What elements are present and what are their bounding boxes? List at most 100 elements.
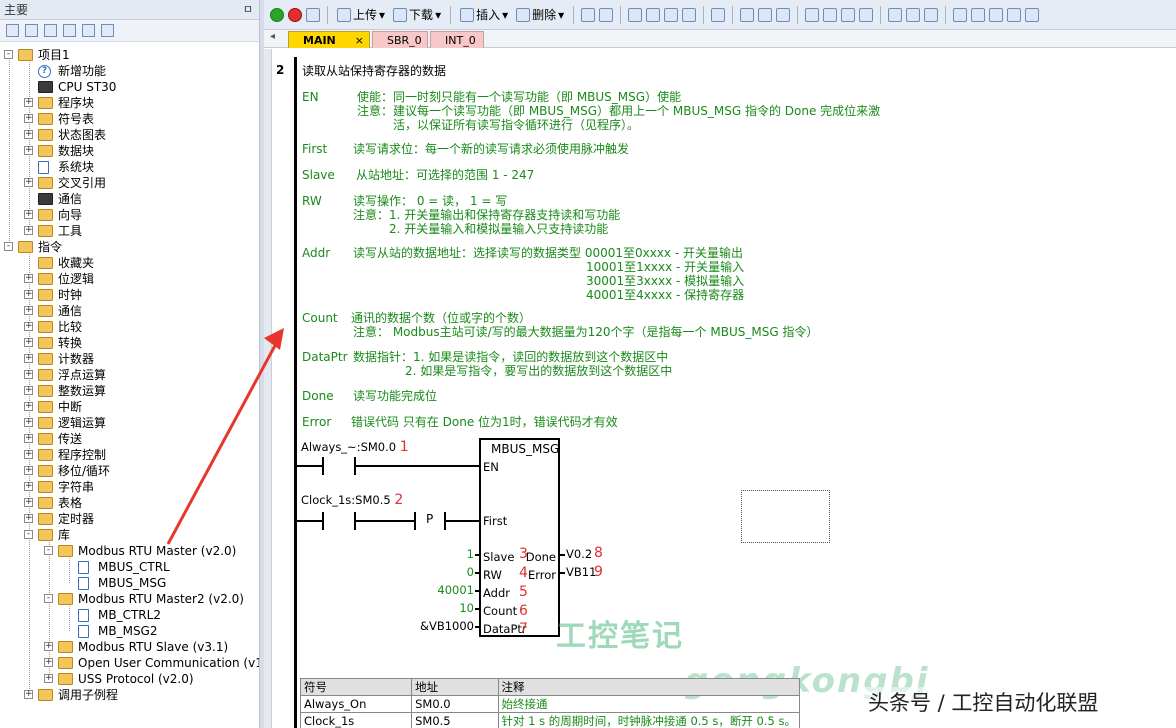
expand-icon[interactable]: + bbox=[24, 498, 33, 507]
tree-item[interactable]: MBUS_MSG bbox=[0, 575, 258, 591]
expand-icon[interactable]: + bbox=[24, 386, 33, 395]
expand-icon[interactable]: + bbox=[24, 274, 33, 283]
network-icon[interactable] bbox=[581, 7, 596, 22]
tree-item[interactable]: + 向导 bbox=[0, 207, 258, 223]
table-icon[interactable] bbox=[25, 24, 38, 37]
stop-icon[interactable] bbox=[288, 7, 302, 22]
bookmark-icon[interactable] bbox=[1007, 7, 1022, 22]
tree-item[interactable]: MB_MSG2 bbox=[0, 623, 258, 639]
tree-item[interactable]: + 中断 bbox=[0, 399, 258, 415]
line-right-icon[interactable] bbox=[859, 7, 874, 22]
collapse-icon[interactable]: - bbox=[44, 546, 53, 555]
expand-icon[interactable]: + bbox=[44, 642, 53, 651]
tree-item[interactable]: + 字符串 bbox=[0, 479, 258, 495]
param-count[interactable]: 10 bbox=[414, 601, 480, 617]
tree-item[interactable]: + 交叉引用 bbox=[0, 175, 258, 191]
delete-button[interactable]: 删除 ▾ bbox=[514, 4, 566, 26]
close-icon[interactable]: × bbox=[355, 32, 364, 49]
tree-item[interactable]: MBUS_CTRL bbox=[0, 559, 258, 575]
tree-item[interactable]: + 通信 bbox=[0, 303, 258, 319]
expand-icon[interactable]: + bbox=[24, 210, 33, 219]
collapse-icon[interactable]: - bbox=[4, 50, 13, 59]
insert-button[interactable]: 插入 ▾ bbox=[458, 4, 510, 26]
tree-item[interactable]: + Modbus RTU Slave (v3.1) bbox=[0, 639, 258, 655]
tree-item[interactable]: + Open User Communication (v1.0) bbox=[0, 655, 259, 671]
expand-icon[interactable]: + bbox=[24, 226, 33, 235]
tab-sbr0[interactable]: SBR_0 bbox=[372, 31, 428, 48]
close-window-icon[interactable] bbox=[682, 7, 697, 22]
expand-icon[interactable]: + bbox=[24, 690, 33, 699]
collapse-icon[interactable]: - bbox=[24, 530, 33, 539]
view-icon[interactable] bbox=[6, 24, 19, 37]
more-icon[interactable] bbox=[1025, 7, 1040, 22]
expand-icon[interactable]: + bbox=[24, 418, 33, 427]
expand-icon[interactable]: + bbox=[24, 450, 33, 459]
table-row[interactable]: Always_On SM0.0 始终接通 bbox=[299, 695, 801, 713]
expand-icon[interactable]: + bbox=[24, 354, 33, 363]
tree-item[interactable]: - 指令 bbox=[0, 239, 258, 255]
tree-item[interactable]: - 项目1 bbox=[0, 47, 258, 63]
download-button[interactable]: 下载 ▾ bbox=[391, 4, 443, 26]
tree-item[interactable]: + 调用子例程 bbox=[0, 687, 258, 703]
contact2-left[interactable] bbox=[322, 512, 324, 530]
tree-item[interactable]: + 程序块 bbox=[0, 95, 258, 111]
monitor-icon[interactable] bbox=[646, 7, 661, 22]
list-icon[interactable] bbox=[63, 24, 76, 37]
contact-icon[interactable] bbox=[888, 7, 903, 22]
expand-icon[interactable]: + bbox=[24, 130, 33, 139]
expand-icon[interactable]: + bbox=[24, 178, 33, 187]
symbol-table-icon[interactable] bbox=[971, 7, 986, 22]
go-icon[interactable] bbox=[711, 7, 726, 22]
expand-icon[interactable]: + bbox=[24, 146, 33, 155]
expand-icon[interactable]: + bbox=[24, 98, 33, 107]
upload-button[interactable]: 上传 ▾ bbox=[335, 4, 387, 26]
expand-icon[interactable]: + bbox=[24, 114, 33, 123]
branch-icon[interactable] bbox=[805, 7, 820, 22]
tree-item[interactable]: 收藏夹 bbox=[0, 255, 258, 271]
collapse-icon[interactable]: - bbox=[44, 594, 53, 603]
tree-item[interactable]: + 定时器 bbox=[0, 511, 258, 527]
expand-icon[interactable]: + bbox=[44, 674, 53, 683]
comment-icon[interactable] bbox=[953, 7, 968, 22]
tab-scroll-left[interactable]: ◂ bbox=[270, 31, 275, 42]
tree-item[interactable]: + 计数器 bbox=[0, 351, 258, 367]
network-title[interactable]: 读取从站保持寄存器的数据 bbox=[302, 64, 446, 79]
expand-icon[interactable]: + bbox=[24, 466, 33, 475]
expand-icon[interactable]: + bbox=[24, 482, 33, 491]
pause-icon[interactable] bbox=[664, 7, 679, 22]
tree-item[interactable]: MB_CTRL2 bbox=[0, 607, 258, 623]
expand-icon[interactable]: + bbox=[24, 402, 33, 411]
expand-icon[interactable]: + bbox=[24, 514, 33, 523]
tree-item[interactable]: + 传送 bbox=[0, 431, 258, 447]
collapse-icon[interactable]: - bbox=[4, 242, 13, 251]
expand-icon[interactable]: + bbox=[24, 338, 33, 347]
ladder-editor[interactable]: 2 读取从站保持寄存器的数据 EN 使能：同一时刻只能有一个读写功能（即 MBUS… bbox=[264, 49, 1176, 728]
tree-item[interactable]: + 逻辑运算 bbox=[0, 415, 258, 431]
unlock-icon[interactable] bbox=[758, 7, 773, 22]
tree-item[interactable]: + 比较 bbox=[0, 319, 258, 335]
run-icon[interactable] bbox=[270, 7, 284, 22]
line-up-icon[interactable] bbox=[841, 7, 856, 22]
tree-item[interactable]: + 状态图表 bbox=[0, 127, 258, 143]
tree-item[interactable]: + 程序控制 bbox=[0, 447, 258, 463]
compile-icon[interactable] bbox=[306, 7, 320, 22]
table-row[interactable]: Clock_1s SM0.5 针对 1 s 的周期时间，时钟脉冲接通 0.5 s… bbox=[299, 712, 801, 728]
edit-icon[interactable] bbox=[989, 7, 1004, 22]
line-down-icon[interactable] bbox=[823, 7, 838, 22]
tree-item[interactable]: + USS Protocol (v2.0) bbox=[0, 671, 258, 687]
param-slave[interactable]: 1 bbox=[414, 547, 480, 563]
window-icon[interactable] bbox=[628, 7, 643, 22]
tab-int0[interactable]: INT_0 bbox=[430, 31, 484, 48]
p-contact-left[interactable] bbox=[414, 512, 416, 530]
expand-icon[interactable]: + bbox=[24, 322, 33, 331]
tree-item[interactable]: + 工具 bbox=[0, 223, 258, 239]
tree-item[interactable]: + 符号表 bbox=[0, 111, 258, 127]
box-icon[interactable] bbox=[924, 7, 939, 22]
tree-item[interactable]: 系统块 bbox=[0, 159, 258, 175]
expand-icon[interactable]: + bbox=[24, 290, 33, 299]
pin-icon[interactable]: ㅁ bbox=[243, 0, 253, 20]
lock-icon[interactable] bbox=[740, 7, 755, 22]
chart-icon[interactable] bbox=[101, 24, 114, 37]
tree-item[interactable]: CPU ST30 bbox=[0, 79, 258, 95]
contact1-left[interactable] bbox=[322, 457, 324, 475]
